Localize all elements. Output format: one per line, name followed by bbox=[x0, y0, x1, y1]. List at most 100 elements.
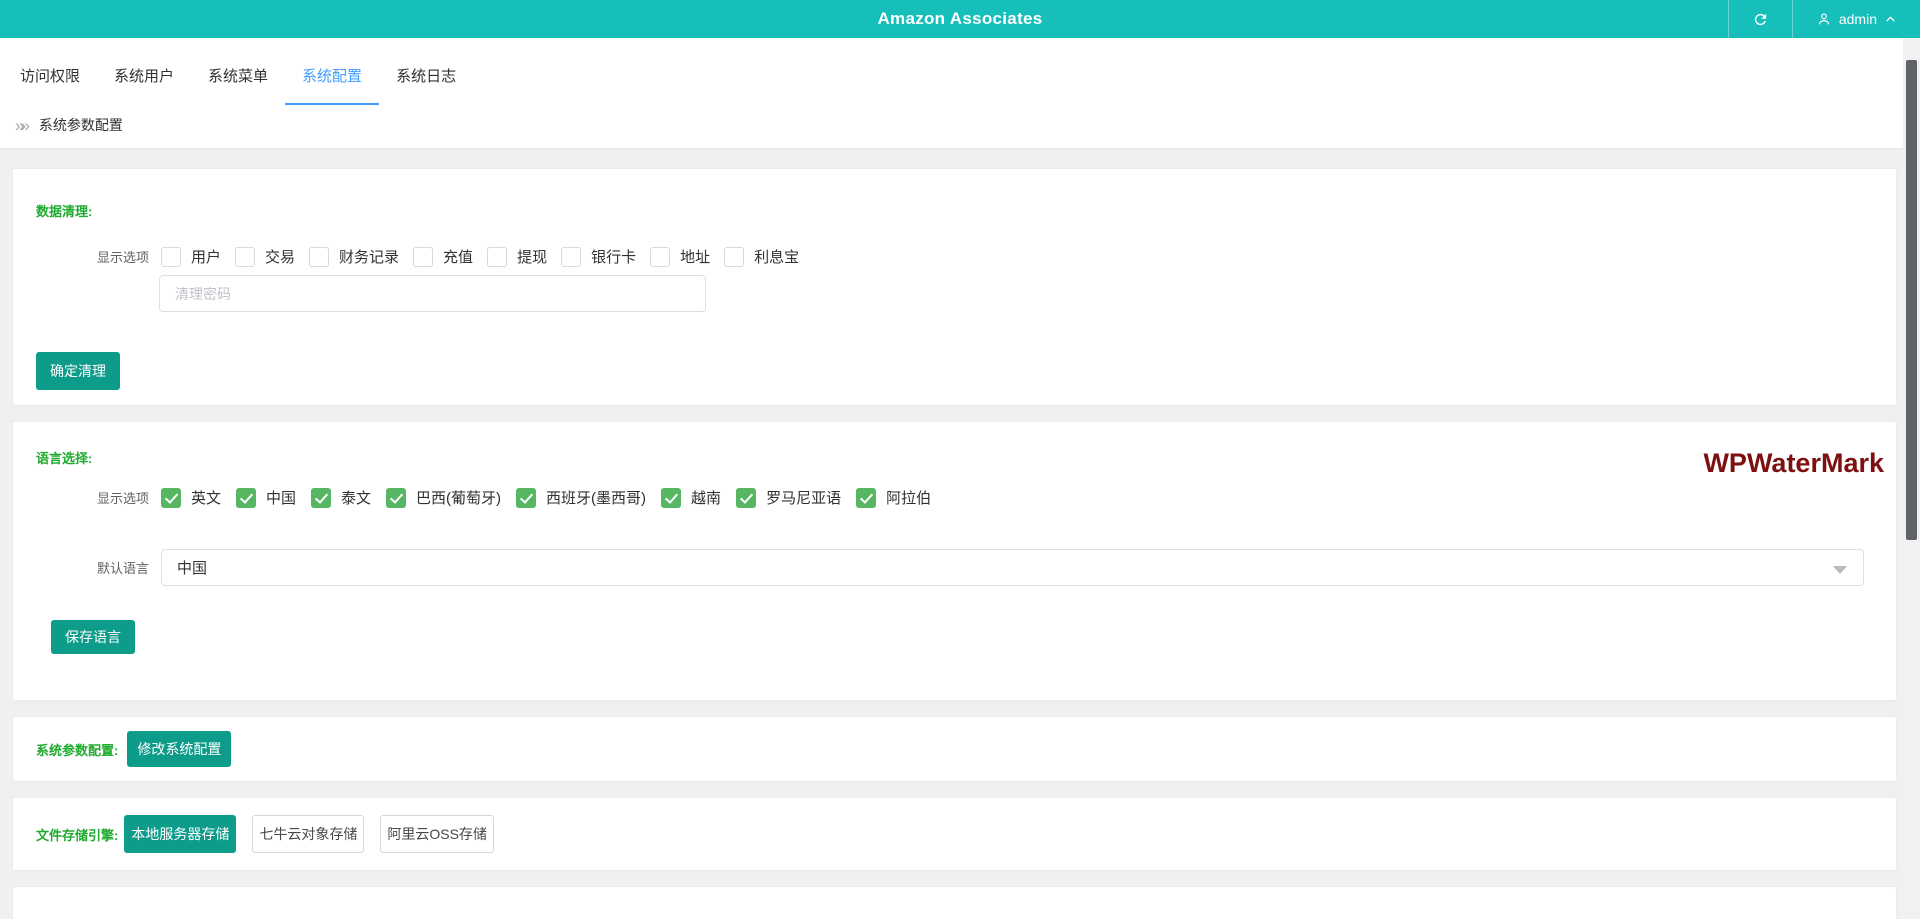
checkbox-item[interactable]: 西班牙(墨西哥) bbox=[516, 487, 646, 508]
checkbox-label: 英文 bbox=[191, 487, 221, 508]
checkbox-checked-icon bbox=[736, 488, 756, 508]
checkbox-item[interactable]: 交易 bbox=[235, 246, 295, 267]
content-area: 数据清理: 显示选项 用户 交易 财 bbox=[0, 149, 1920, 919]
checkbox-label: 罗马尼亚语 bbox=[766, 487, 841, 508]
checkbox-label: 财务记录 bbox=[339, 246, 399, 267]
checkbox-label: 越南 bbox=[691, 487, 721, 508]
checkbox-item[interactable]: 罗马尼亚语 bbox=[736, 487, 841, 508]
checkbox-label: 用户 bbox=[191, 246, 221, 267]
checkbox-item[interactable]: 提现 bbox=[487, 246, 547, 267]
checkbox-item[interactable]: 银行卡 bbox=[561, 246, 636, 267]
checkbox-label: 中国 bbox=[266, 487, 296, 508]
tab-bar: 访问权限 系统用户 系统菜单 系统配置 系统日志 bbox=[0, 38, 1920, 105]
storage-engine-button[interactable]: 本地服务器存储 bbox=[124, 815, 236, 853]
checkbox-icon bbox=[650, 247, 670, 267]
checkbox-icon bbox=[161, 247, 181, 267]
checkbox-item[interactable]: 泰文 bbox=[311, 487, 371, 508]
system-config-label: 系统参数配置: bbox=[36, 740, 118, 759]
breadcrumb-label: 系统参数配置 bbox=[39, 115, 123, 135]
checkbox-label: 利息宝 bbox=[754, 246, 799, 267]
vertical-scrollbar-thumb[interactable] bbox=[1906, 60, 1917, 540]
breadcrumb: 系统参数配置 bbox=[0, 105, 1920, 148]
storage-engine-button-label: 七牛云对象存储 bbox=[259, 826, 357, 842]
checkbox-label: 阿拉伯 bbox=[886, 487, 931, 508]
options-label: 显示选项 bbox=[97, 488, 161, 507]
language-options-row: 显示选项 英文 中国 泰文 bbox=[97, 487, 1896, 508]
vertical-scrollbar-track[interactable] bbox=[1903, 38, 1920, 919]
checkbox-icon bbox=[413, 247, 433, 267]
dropdown-caret-icon bbox=[1833, 566, 1847, 574]
checkbox-icon bbox=[309, 247, 329, 267]
clean-password-input[interactable] bbox=[159, 275, 706, 312]
modify-system-config-button[interactable]: 修改系统配置 bbox=[127, 731, 231, 767]
tab-label: 系统用户 bbox=[114, 68, 174, 85]
checkbox-item[interactable]: 地址 bbox=[650, 246, 710, 267]
select-value: 中国 bbox=[177, 557, 207, 578]
checkbox-label: 交易 bbox=[265, 246, 295, 267]
data-clean-options-row: 显示选项 用户 交易 财务记录 bbox=[97, 246, 1896, 267]
checkbox-checked-icon bbox=[161, 488, 181, 508]
user-menu[interactable]: admin bbox=[1793, 0, 1920, 38]
tab[interactable]: 系统菜单 bbox=[191, 38, 285, 105]
checkbox-item[interactable]: 英文 bbox=[161, 487, 221, 508]
checkbox-label: 西班牙(墨西哥) bbox=[546, 487, 646, 508]
checkbox-checked-icon bbox=[386, 488, 406, 508]
data-clean-checkbox-list: 用户 交易 财务记录 充值 bbox=[161, 246, 799, 267]
tab-label: 访问权限 bbox=[20, 68, 80, 85]
checkbox-icon bbox=[724, 247, 744, 267]
checkbox-icon bbox=[487, 247, 507, 267]
watermark-text: WPWaterMark bbox=[1703, 448, 1884, 479]
storage-engine-buttons: 本地服务器存储 七牛云对象存储 阿里云OSS存储 bbox=[124, 815, 494, 853]
default-language-select[interactable]: 中国 bbox=[161, 549, 1864, 586]
storage-engine-button[interactable]: 阿里云OSS存储 bbox=[380, 815, 494, 853]
tab-label: 系统菜单 bbox=[208, 68, 268, 85]
header-actions: admin bbox=[1728, 0, 1920, 38]
refresh-icon bbox=[1752, 11, 1769, 28]
website-card: 网站名称 Website bbox=[12, 886, 1897, 919]
checkbox-label: 巴西(葡萄牙) bbox=[416, 487, 501, 508]
checkbox-item[interactable]: 充值 bbox=[413, 246, 473, 267]
checkbox-item[interactable]: 财务记录 bbox=[309, 246, 399, 267]
refresh-button[interactable] bbox=[1729, 0, 1792, 38]
tab-label: 系统配置 bbox=[302, 68, 362, 85]
checkbox-item[interactable]: 越南 bbox=[661, 487, 721, 508]
language-title: 语言选择: bbox=[36, 452, 1896, 466]
confirm-clean-button[interactable]: 确定清理 bbox=[36, 352, 120, 390]
checkbox-checked-icon bbox=[236, 488, 256, 508]
checkbox-item[interactable]: 阿拉伯 bbox=[856, 487, 931, 508]
checkbox-item[interactable]: 利息宝 bbox=[724, 246, 799, 267]
storage-engine-label: 文件存储引擎: bbox=[36, 825, 118, 844]
checkbox-icon bbox=[235, 247, 255, 267]
save-language-button[interactable]: 保存语言 bbox=[51, 620, 135, 654]
language-checkbox-list: 英文 中国 泰文 巴西(葡萄牙) bbox=[161, 487, 931, 508]
checkbox-item[interactable]: 中国 bbox=[236, 487, 296, 508]
checkbox-checked-icon bbox=[311, 488, 331, 508]
app-title: Amazon Associates bbox=[0, 0, 1920, 38]
checkbox-item[interactable]: 巴西(葡萄牙) bbox=[386, 487, 501, 508]
checkbox-item[interactable]: 用户 bbox=[161, 246, 221, 267]
checkbox-checked-icon bbox=[856, 488, 876, 508]
storage-engine-card: 文件存储引擎: 本地服务器存储 七牛云对象存储 阿里云OSS存储 bbox=[12, 797, 1897, 871]
checkbox-label: 地址 bbox=[680, 246, 710, 267]
data-clean-title: 数据清理: bbox=[36, 205, 1896, 219]
tab-label: 系统日志 bbox=[396, 68, 456, 85]
app-header: Amazon Associates admin bbox=[0, 0, 1920, 38]
storage-engine-button-label: 本地服务器存储 bbox=[131, 826, 229, 842]
checkbox-label: 泰文 bbox=[341, 487, 371, 508]
double-chevron-right-icon bbox=[15, 118, 30, 133]
system-config-card: 系统参数配置: 修改系统配置 bbox=[12, 716, 1897, 782]
default-language-row: 默认语言 中国 bbox=[97, 549, 1864, 586]
storage-engine-button[interactable]: 七牛云对象存储 bbox=[252, 815, 364, 853]
checkbox-label: 提现 bbox=[517, 246, 547, 267]
checkbox-checked-icon bbox=[661, 488, 681, 508]
data-clean-card: 数据清理: 显示选项 用户 交易 财 bbox=[12, 168, 1897, 406]
tab[interactable]: 系统配置 bbox=[285, 38, 379, 105]
tab[interactable]: 系统用户 bbox=[97, 38, 191, 105]
tab[interactable]: 系统日志 bbox=[379, 38, 473, 105]
username: admin bbox=[1839, 11, 1877, 27]
caret-up-icon bbox=[1884, 13, 1897, 26]
tab[interactable]: 访问权限 bbox=[3, 38, 97, 105]
default-language-label: 默认语言 bbox=[97, 558, 161, 577]
options-label: 显示选项 bbox=[97, 247, 161, 266]
checkbox-checked-icon bbox=[516, 488, 536, 508]
